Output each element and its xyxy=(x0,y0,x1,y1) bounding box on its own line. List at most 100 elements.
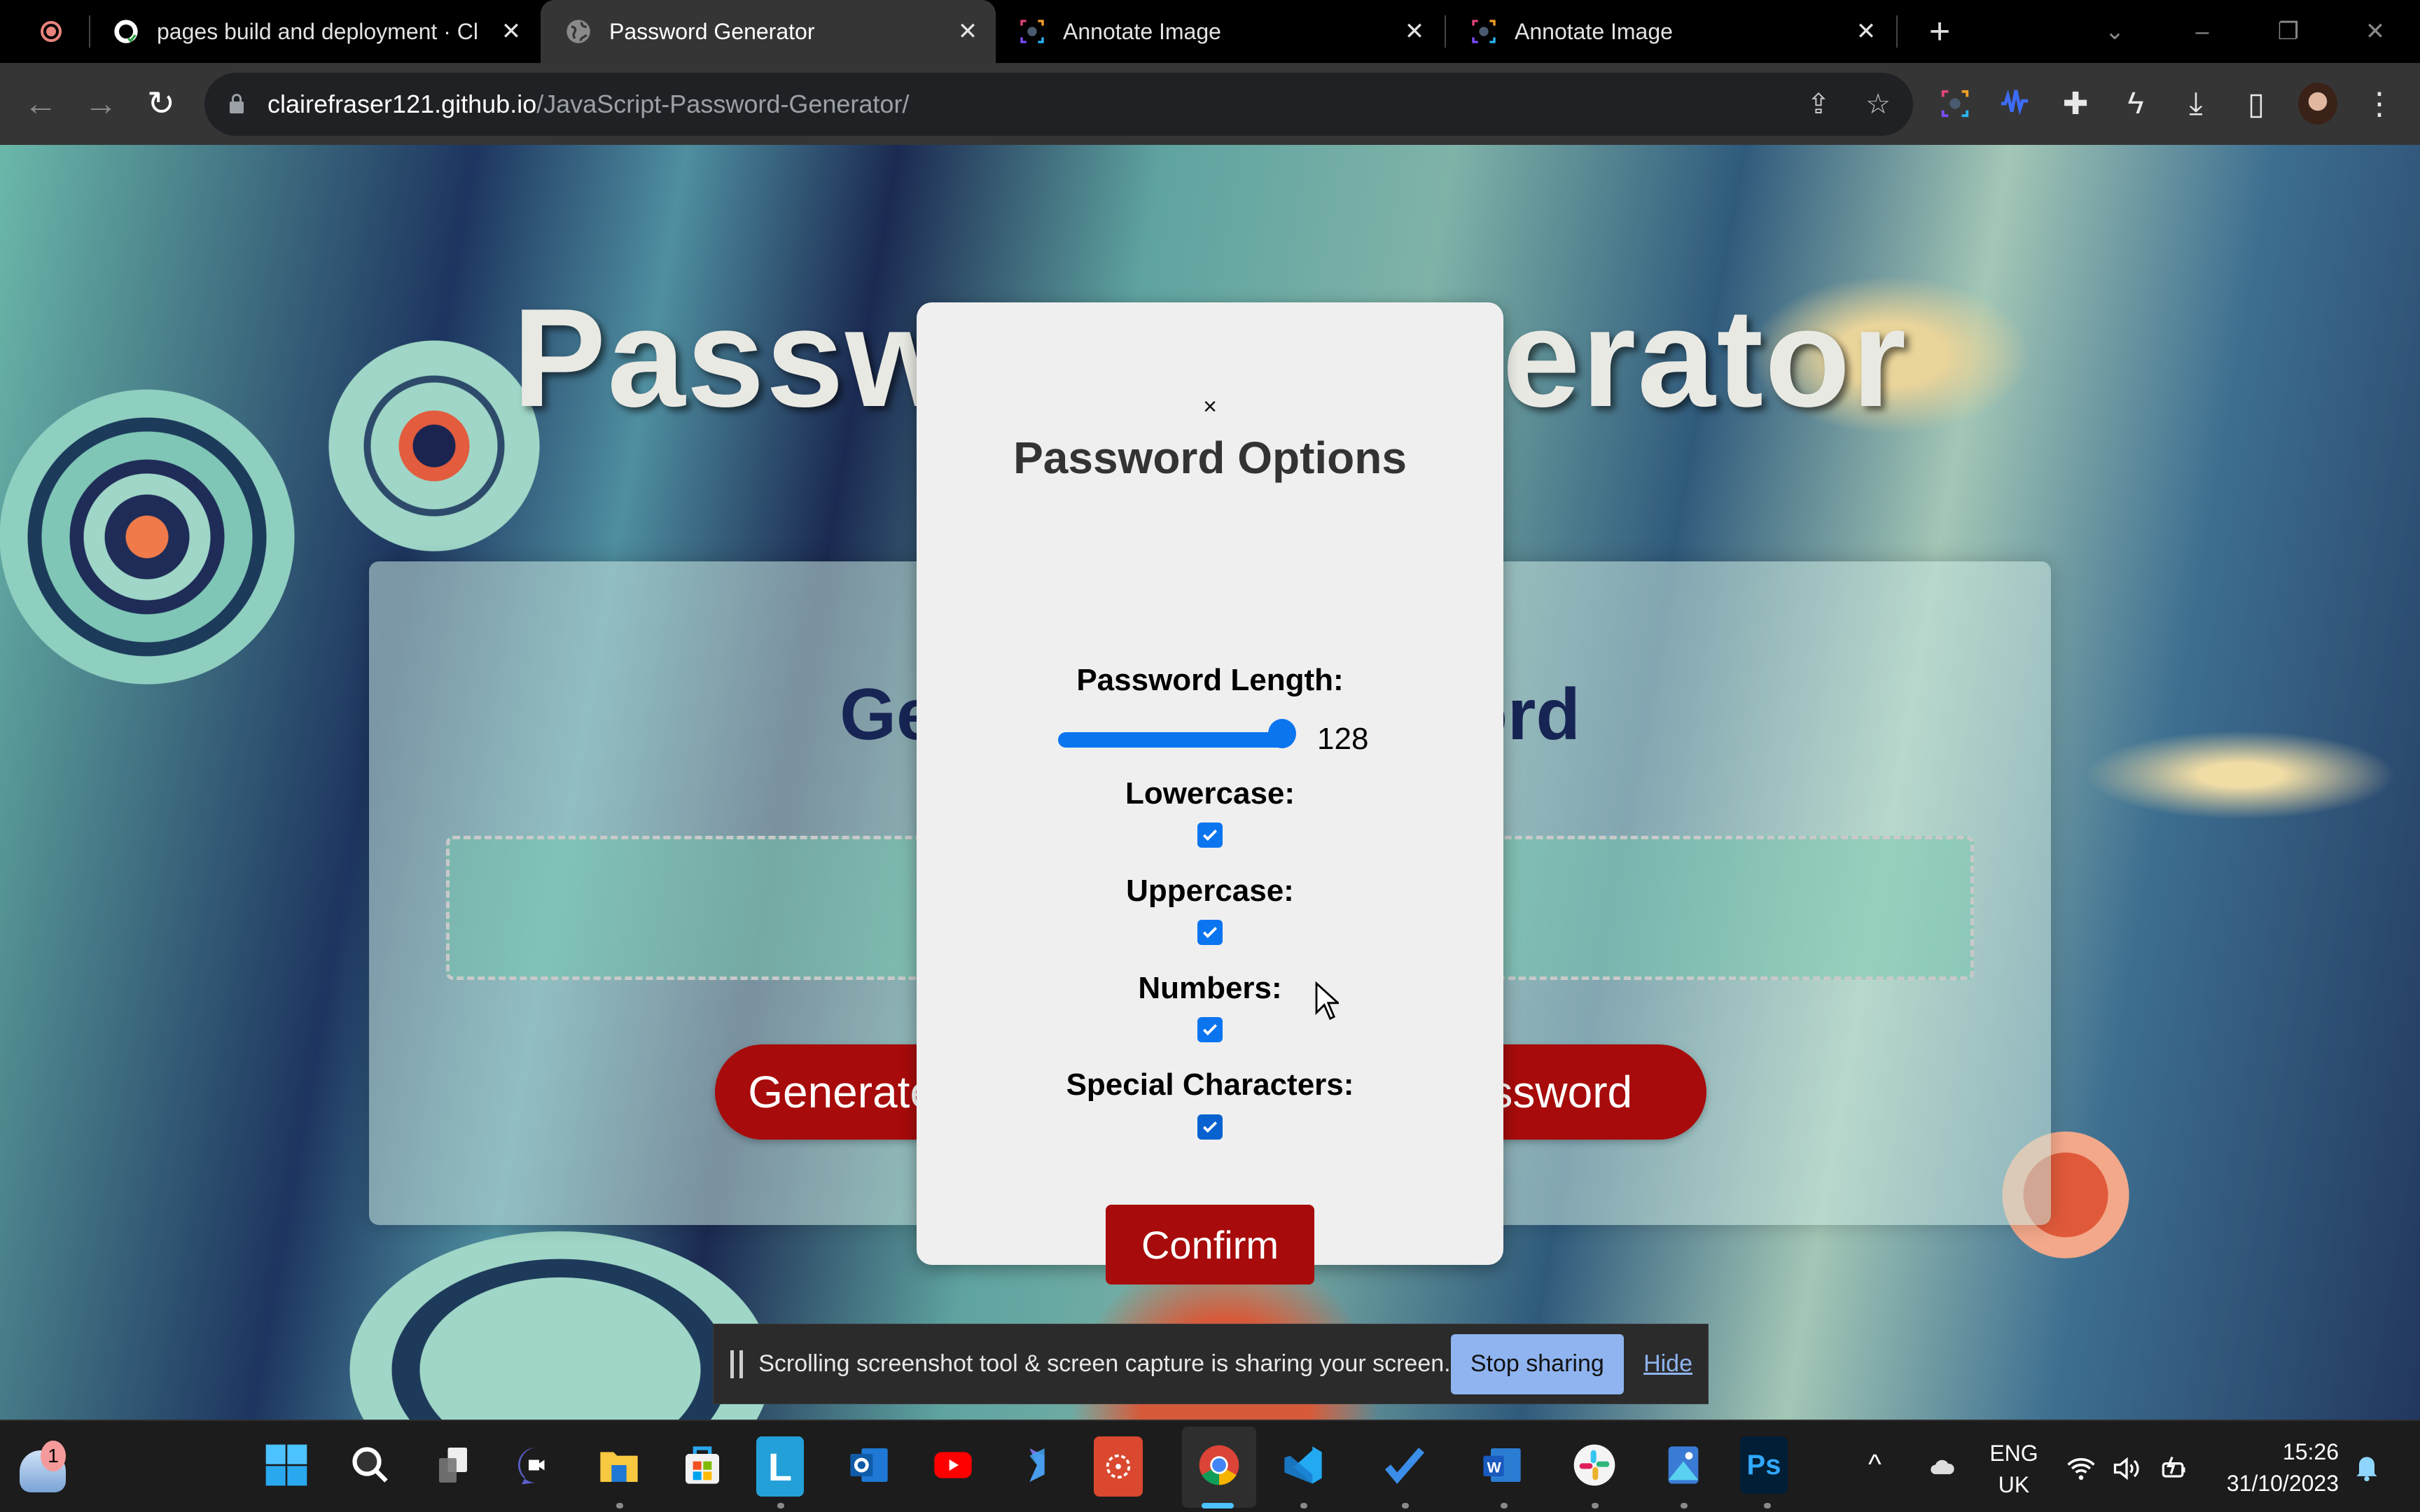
svg-text:W: W xyxy=(1487,1460,1502,1476)
checkmark-icon xyxy=(1202,1024,1218,1036)
clock-date: 31/10/2023 xyxy=(2226,1471,2339,1496)
l-app-icon[interactable]: L xyxy=(756,1436,804,1497)
close-window-button[interactable]: ✕ xyxy=(2333,0,2417,63)
address-bar[interactable]: clairefraser121.github.io/JavaScript-Pas… xyxy=(204,73,1913,136)
restore-button[interactable]: ❐ xyxy=(2246,0,2330,63)
todo-icon[interactable] xyxy=(1376,1436,1433,1494)
annotate-icon xyxy=(1472,20,1496,43)
audio-wave-extension-icon[interactable] xyxy=(1992,81,2037,126)
clock-time: 15:26 xyxy=(2282,1439,2339,1464)
tab-annotate-image-1[interactable]: Annotate Image ✕ xyxy=(1008,0,1435,63)
modal-close-button[interactable]: × xyxy=(917,393,1503,421)
running-indicator xyxy=(1764,1503,1771,1508)
password-length-label: Password Length: xyxy=(1076,663,1344,697)
special-characters-label: Special Characters: xyxy=(1066,1068,1354,1102)
tab-title: Annotate Image xyxy=(1515,18,1673,44)
language-indicator[interactable]: ENG UK xyxy=(1989,1441,2039,1498)
uppercase-label: Uppercase: xyxy=(1126,874,1294,908)
modal-title: Password Options xyxy=(1013,433,1407,483)
recording-indicator-icon xyxy=(41,21,62,42)
download-icon[interactable]: ⤓ xyxy=(2174,81,2218,126)
notification-bell-icon[interactable] xyxy=(2351,1449,2382,1491)
github-icon xyxy=(114,20,138,43)
password-length-slider[interactable]: 128 xyxy=(917,719,1503,761)
tab-separator xyxy=(1445,15,1446,48)
confirm-button[interactable]: Confirm xyxy=(1106,1205,1314,1284)
task-view-icon[interactable] xyxy=(424,1436,482,1494)
wifi-icon[interactable] xyxy=(2066,1453,2096,1490)
checkmark-icon xyxy=(1202,830,1218,841)
tab-close-icon[interactable]: ✕ xyxy=(497,18,525,46)
url-text[interactable]: clairefraser121.github.io/JavaScript-Pas… xyxy=(267,73,909,136)
page-viewport: Password Generator Generate a Password G… xyxy=(0,145,2420,1420)
back-button[interactable]: ← xyxy=(14,77,67,130)
forward-button[interactable]: → xyxy=(74,77,127,130)
chrome-icon[interactable] xyxy=(1190,1436,1248,1494)
tab-close-icon[interactable]: ✕ xyxy=(954,18,982,46)
photoshop-icon[interactable]: Ps xyxy=(1740,1436,1788,1494)
lowercase-label: Lowercase: xyxy=(1125,776,1295,811)
performance-icon[interactable]: ϟ xyxy=(2113,81,2158,126)
tab-pages-build[interactable]: pages build and deployment · Cl ✕ xyxy=(105,0,532,63)
new-tab-button[interactable]: + xyxy=(1898,0,1982,63)
menu-kebab-icon[interactable]: ⋮ xyxy=(2357,81,2402,126)
share-icon[interactable]: ⇪ xyxy=(1801,87,1836,122)
copilot-icon[interactable] xyxy=(1008,1436,1066,1494)
minimize-button[interactable]: – xyxy=(2160,0,2244,63)
clock[interactable]: 15:26 31/10/2023 xyxy=(2206,1439,2339,1497)
running-indicator xyxy=(1501,1503,1508,1508)
file-explorer-icon[interactable] xyxy=(590,1436,648,1494)
running-indicator xyxy=(1300,1503,1307,1508)
tab-annotate-image-2[interactable]: Annotate Image ✕ xyxy=(1460,0,1887,63)
photos-icon[interactable] xyxy=(1655,1436,1712,1494)
numbers-checkbox[interactable] xyxy=(1197,1017,1223,1042)
extensions-puzzle-icon[interactable]: ✚ xyxy=(2053,81,2098,126)
windows-taskbar: 1 L W Ps ^ ENG UK 15:26 31/10/2023 xyxy=(0,1420,2420,1512)
lock-icon xyxy=(230,94,244,113)
hide-link[interactable]: Hide xyxy=(1643,1350,1692,1378)
word-icon[interactable]: W xyxy=(1473,1436,1531,1494)
search-icon[interactable] xyxy=(342,1436,399,1494)
annotate-icon xyxy=(1020,20,1044,43)
onedrive-icon[interactable] xyxy=(1926,1453,1959,1487)
red-app-icon[interactable] xyxy=(1094,1436,1143,1497)
start-button[interactable] xyxy=(258,1436,315,1494)
screen-sharing-bar: Scrolling screenshot tool & screen captu… xyxy=(713,1324,1709,1404)
microsoft-store-icon[interactable] xyxy=(674,1436,731,1494)
slider-track[interactable] xyxy=(1058,732,1289,748)
battery-charging-icon[interactable] xyxy=(2158,1453,2189,1490)
tab-close-icon[interactable]: ✕ xyxy=(1400,18,1428,46)
reload-button[interactable]: ↻ xyxy=(134,77,188,130)
tab-search-chevron-icon[interactable]: ⌄ xyxy=(2073,0,2157,63)
show-hidden-icons-chevron[interactable]: ^ xyxy=(1868,1449,1882,1480)
tab-close-icon[interactable]: ✕ xyxy=(1852,18,1880,46)
bookmark-star-icon[interactable]: ☆ xyxy=(1861,87,1896,122)
youtube-icon[interactable] xyxy=(924,1436,982,1494)
password-options-modal: × Password Options Password Length: 128 … xyxy=(917,302,1503,1284)
numbers-label: Numbers: xyxy=(1138,971,1282,1005)
meet-icon[interactable] xyxy=(507,1436,564,1494)
running-indicator xyxy=(1681,1503,1688,1508)
checkmark-icon xyxy=(1202,927,1218,939)
tab-password-generator[interactable]: Password Generator ✕ xyxy=(541,0,996,63)
vscode-icon[interactable] xyxy=(1274,1436,1332,1494)
slider-thumb[interactable] xyxy=(1268,719,1296,748)
stop-sharing-button[interactable]: Stop sharing xyxy=(1450,1334,1625,1394)
browser-toolbar: ← → ↻ clairefraser121.github.io/JavaScri… xyxy=(0,63,2420,145)
annotate-extension-icon[interactable] xyxy=(1933,81,1977,126)
sharing-message: Scrolling screenshot tool & screen captu… xyxy=(758,1350,1451,1377)
side-panel-icon[interactable]: ▯ xyxy=(2234,81,2279,126)
slack-icon[interactable] xyxy=(1566,1436,1623,1494)
active-indicator xyxy=(1202,1503,1234,1508)
special-characters-checkbox[interactable] xyxy=(1197,1114,1223,1140)
lowercase-checkbox[interactable] xyxy=(1197,822,1223,848)
globe-icon xyxy=(566,20,590,43)
profile-avatar[interactable] xyxy=(2298,83,2337,125)
pause-icon[interactable] xyxy=(730,1350,744,1378)
outlook-icon[interactable] xyxy=(840,1436,898,1494)
uppercase-checkbox[interactable] xyxy=(1197,920,1223,945)
volume-icon[interactable] xyxy=(2111,1453,2142,1490)
checkmark-icon xyxy=(1202,1121,1218,1133)
tab-title: Password Generator xyxy=(609,18,815,44)
browser-tab-strip: pages build and deployment · Cl ✕ Passwo… xyxy=(0,0,2420,63)
